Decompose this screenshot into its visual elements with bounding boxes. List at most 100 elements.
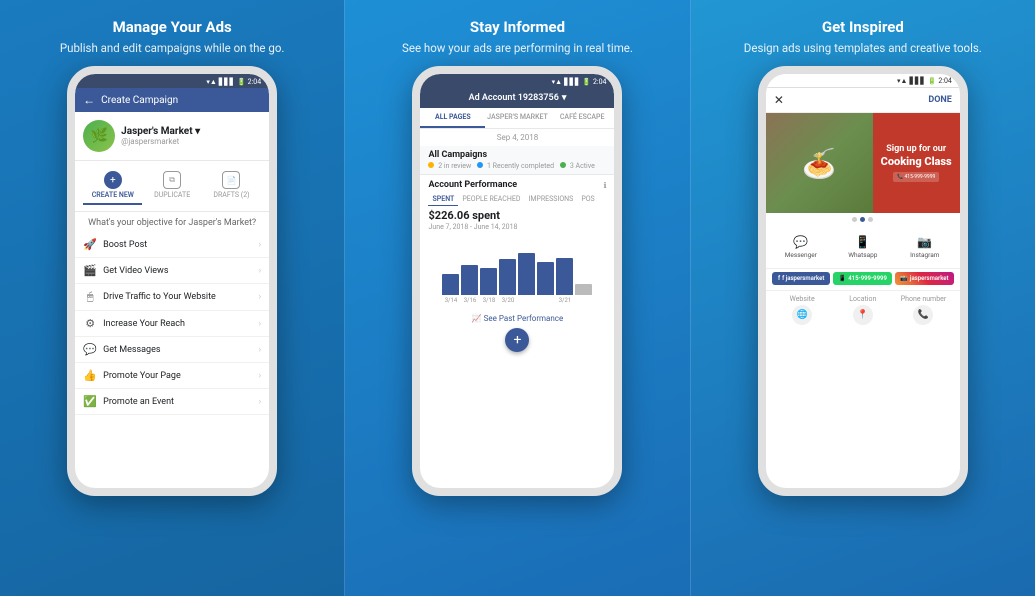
bar-8 — [575, 284, 592, 295]
account-performance: Account Performance ℹ SPENT PEOPLE REACH… — [420, 175, 614, 311]
fb-handle: f jaspersmarket — [782, 275, 824, 282]
battery-icon-r: 🔋 — [928, 77, 937, 85]
tab-all-pages[interactable]: ALL PAGES — [420, 108, 485, 128]
x-label-3: 3/18 — [480, 297, 497, 304]
status-icons-left: ▾▲ ▋▋▋ 🔋 2:04 — [206, 78, 261, 86]
video-label: Get Video Views — [103, 266, 252, 276]
menu-item-video[interactable]: 🎬 Get Video Views › — [75, 258, 269, 284]
fab-button[interactable]: + — [505, 328, 529, 352]
bar-2 — [461, 265, 478, 295]
panel-center-subtitle: See how your ads are performing in real … — [402, 40, 633, 56]
website-label: Website — [772, 295, 833, 303]
tab-people-reached[interactable]: PEOPLE REACHED — [458, 193, 524, 206]
tab-jaspers-market[interactable]: JASPER'S MARKET — [485, 108, 550, 128]
promote-page-label: Promote Your Page — [103, 371, 252, 381]
menu-item-promote-page[interactable]: 👍 Promote Your Page › — [75, 363, 269, 389]
bar-7 — [556, 258, 573, 295]
dropdown-arrow-icon[interactable]: ▾ — [562, 93, 567, 103]
menu-item-traffic[interactable]: 🖱 Drive Traffic to Your Website › — [75, 284, 269, 311]
phone-left: ▾▲ ▋▋▋ 🔋 2:04 ← Create Campaign 🌿 Jaspe — [67, 66, 277, 496]
perf-tabs: SPENT PEOPLE REACHED IMPRESSIONS POS — [428, 193, 606, 206]
x-label-5 — [518, 297, 535, 304]
x-axis-labels: 3/14 3/16 3/18 3/20 3/21 — [428, 295, 606, 306]
ig-icon: 📸 — [900, 275, 907, 282]
dropdown-icon[interactable]: ▾ — [195, 126, 200, 137]
chevron-right-icon-6: › — [258, 371, 261, 381]
facebook-button[interactable]: f f jaspersmarket — [772, 272, 831, 285]
battery-icon: 🔋 — [237, 78, 246, 86]
wa-number: 415-999-9999 — [848, 275, 887, 282]
menu-item-messages[interactable]: 💬 Get Messages › — [75, 337, 269, 363]
menu-item-reach[interactable]: ⚙ Increase Your Reach › — [75, 311, 269, 337]
duplicate-label: DUPLICATE — [154, 191, 190, 199]
pagination-dots — [766, 213, 960, 226]
location-label: Location — [832, 295, 893, 303]
boost-icon: 🚀 — [83, 238, 97, 251]
dot-2[interactable] — [860, 217, 865, 222]
objective-title: What's your objective for Jasper's Marke… — [75, 212, 269, 232]
ad-cta: 📞 415-999-9999 — [893, 172, 939, 182]
chevron-right-icon: › — [258, 240, 261, 250]
panel-right-subtitle: Design ads using templates and creative … — [744, 40, 982, 56]
panel-center: Stay Informed See how your ads are perfo… — [344, 0, 690, 596]
signal-icon-c: ▋▋▋ — [564, 78, 580, 86]
see-past-performance[interactable]: 📈 See Past Performance — [420, 311, 614, 326]
whatsapp-button[interactable]: 📱 415-999-9999 — [833, 272, 892, 285]
status-bar-left: ▾▲ ▋▋▋ 🔋 2:04 — [75, 74, 269, 88]
tab-impressions[interactable]: IMPRESSIONS — [524, 193, 577, 206]
instagram-button[interactable]: 📸 jaspersmarket — [895, 272, 954, 285]
bar-chart — [428, 235, 606, 295]
duplicate-button[interactable]: ⧉ DUPLICATE — [142, 167, 201, 205]
profile-section: 🌿 Jasper's Market ▾ @jaspersmarket — [75, 112, 269, 161]
panel-left-title: Manage Your Ads — [113, 18, 232, 36]
tab-spent[interactable]: SPENT — [428, 193, 458, 206]
instagram-option[interactable]: 📷 Instagram — [896, 230, 954, 264]
wa-icon: 📱 — [839, 275, 846, 282]
website-col: Website 🌐 — [772, 295, 833, 327]
status-icons-right: ▾▲ ▋▋▋ 🔋 2:04 — [897, 77, 952, 85]
close-button[interactable]: ✕ — [774, 93, 784, 107]
phone-col: Phone number 📞 — [893, 295, 954, 327]
tab-pos[interactable]: POS — [577, 193, 598, 206]
duplicate-icon: ⧉ — [163, 171, 181, 189]
social-buttons-row: f f jaspersmarket 📱 415-999-9999 📸 jaspe… — [766, 269, 960, 288]
messenger-option[interactable]: 💬 Messenger — [772, 230, 830, 264]
whatsapp-option[interactable]: 📱 Whatsapp — [834, 230, 892, 264]
x-label-2: 3/16 — [461, 297, 478, 304]
drafts-button[interactable]: 📄 DRAFTS (2) — [202, 167, 261, 205]
location-col: Location 📍 — [832, 295, 893, 327]
create-new-button[interactable]: + CREATE NEW — [83, 167, 142, 205]
bar-3 — [480, 268, 497, 295]
reach-icon: ⚙ — [83, 317, 97, 330]
ad-food-image: 🍝 — [766, 113, 873, 213]
chevron-right-icon-4: › — [258, 319, 261, 329]
chevron-right-icon-7: › — [258, 397, 261, 407]
chevron-right-icon-3: › — [258, 292, 261, 302]
messages-label: Get Messages — [103, 345, 252, 355]
bar-1 — [442, 274, 459, 295]
panel-right-title: Get Inspired — [822, 18, 904, 36]
menu-item-promote-event[interactable]: ✅ Promote an Event › — [75, 389, 269, 415]
avatar-emoji: 🌿 — [90, 128, 107, 144]
plus-icon: + — [104, 171, 122, 189]
done-button[interactable]: DONE — [928, 95, 951, 105]
promote-event-label: Promote an Event — [103, 397, 252, 407]
ig-handle: jaspersmarket — [910, 275, 949, 282]
back-arrow-icon[interactable]: ← — [83, 93, 95, 107]
ad-account-title: Ad Account 19283756 — [469, 93, 559, 103]
chevron-right-icon-2: › — [258, 266, 261, 276]
campaigns-section: All Campaigns 2 in review 1 Recently com… — [420, 146, 614, 175]
campaign-stats: 2 in review 1 Recently completed 3 Activ… — [428, 162, 606, 170]
create-campaign-title: Create Campaign — [101, 95, 178, 106]
signal-icon-r: ▋▋▋ — [909, 77, 925, 85]
x-label-7: 3/21 — [556, 297, 573, 304]
promote-page-icon: 👍 — [83, 369, 97, 382]
tab-cafe-escape[interactable]: CAFÉ ESCAPE — [550, 108, 615, 128]
spent-amount: $226.06 spent — [428, 209, 606, 222]
stat-active: 3 Active — [560, 162, 595, 170]
signal-icon: ▋▋▋ — [219, 78, 235, 86]
time-center: 2:04 — [593, 78, 607, 86]
phone-label: Phone number — [893, 295, 954, 303]
whatsapp-label: Whatsapp — [837, 251, 889, 259]
menu-item-boost[interactable]: 🚀 Boost Post › — [75, 232, 269, 258]
